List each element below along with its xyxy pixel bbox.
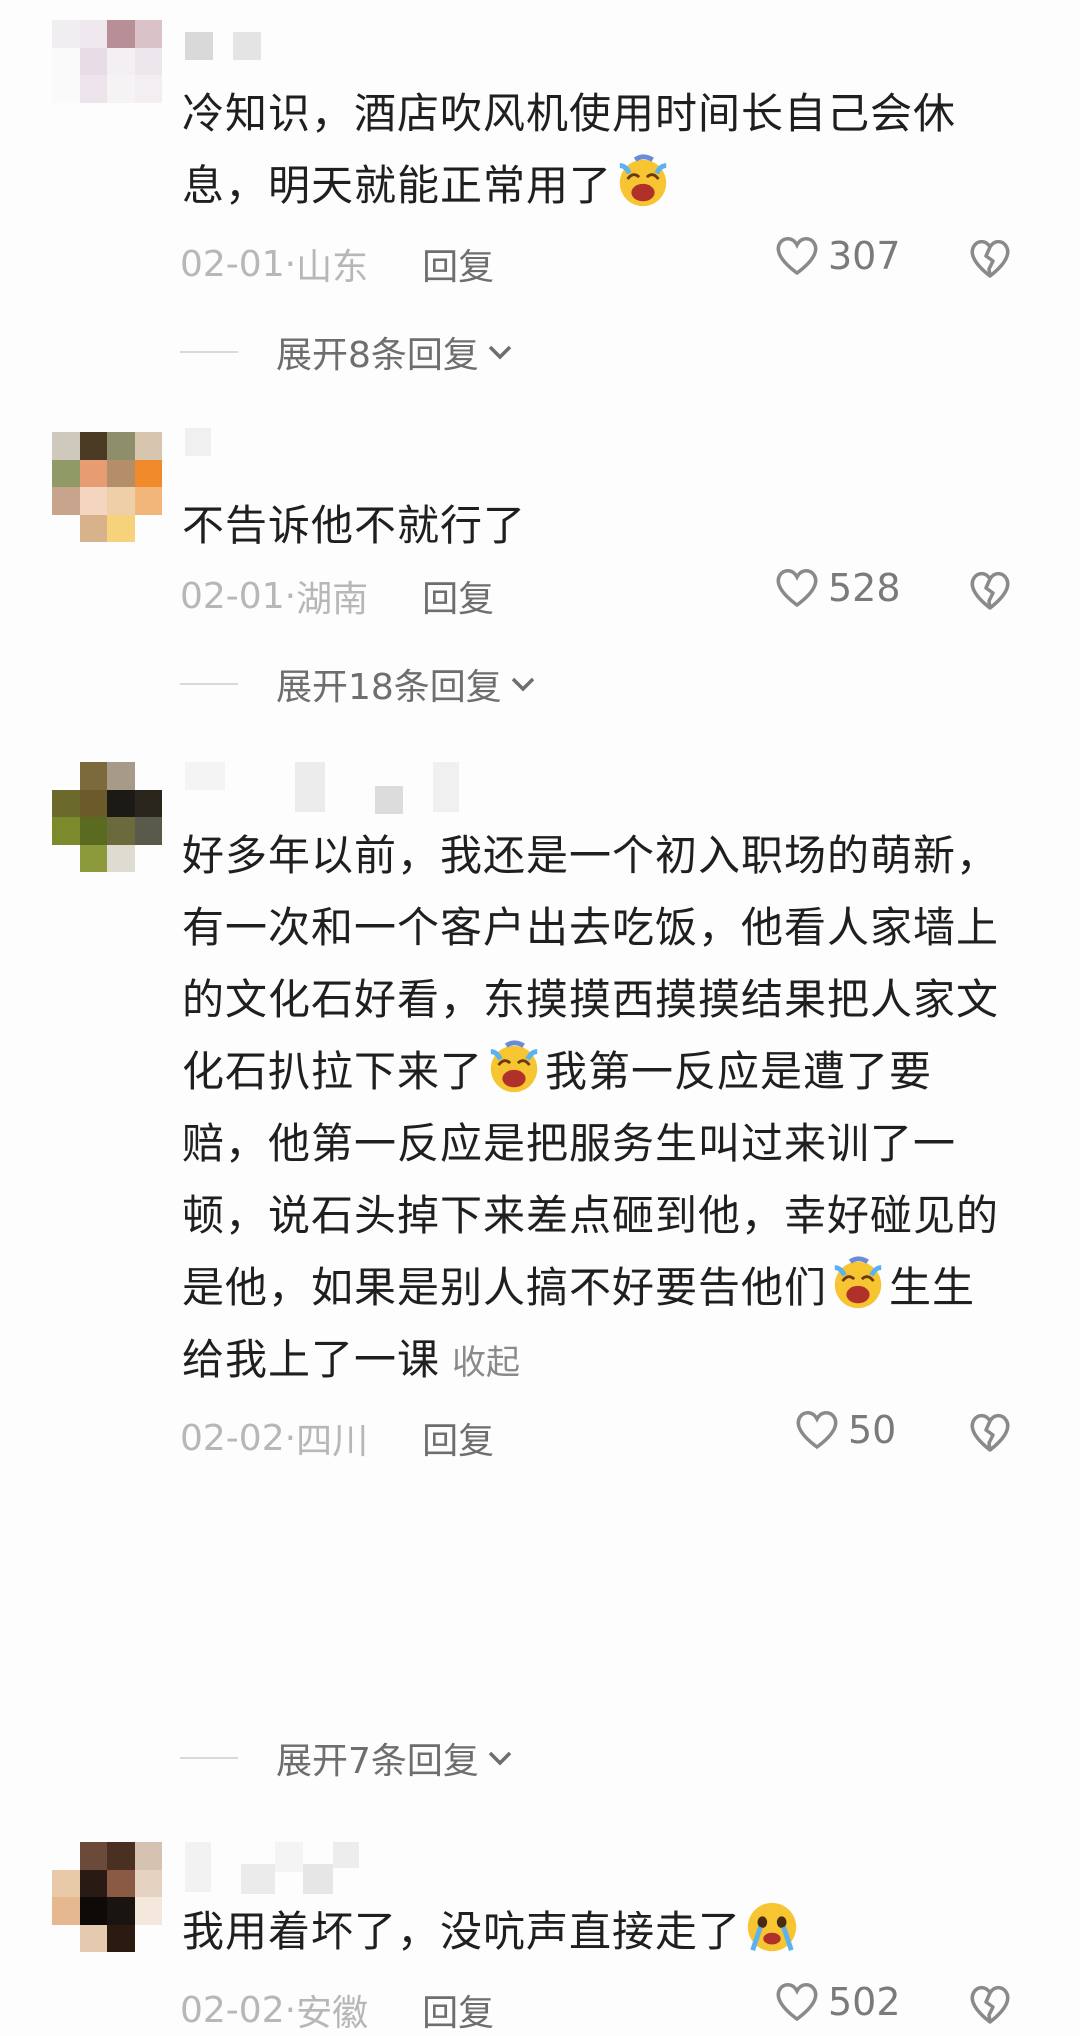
meta-separator: ·	[284, 575, 297, 617]
like-button[interactable]: 50	[794, 1408, 896, 1452]
like-count: 307	[828, 234, 901, 278]
comment-date: 02-02	[180, 1989, 285, 2031]
avatar[interactable]	[52, 762, 162, 872]
reply-button[interactable]: 回复	[422, 570, 494, 622]
reply-button[interactable]: 回复	[422, 1984, 494, 2036]
meta-separator: ·	[284, 243, 297, 285]
broken-heart-icon	[970, 239, 1010, 278]
divider-line	[180, 1757, 238, 1759]
comment-location: 安徽	[296, 1993, 369, 2034]
avatar[interactable]	[52, 1842, 162, 1952]
broken-heart-icon	[970, 1985, 1010, 2024]
meta-separator: ·	[284, 1417, 297, 1459]
comment-location: 山东	[296, 247, 369, 288]
heart-icon	[776, 237, 818, 276]
comment-date: 02-01	[180, 243, 285, 285]
comment-date: 02-01	[180, 575, 285, 617]
broken-heart-icon	[970, 571, 1010, 610]
comment-date: 02-02	[180, 1417, 285, 1459]
username-blurred[interactable]	[185, 32, 261, 66]
like-button[interactable]: 528	[774, 566, 901, 610]
comment-text: 我用着坏了，没吭声直接走了	[182, 1896, 1012, 1968]
like-count: 502	[828, 1980, 901, 2024]
like-count: 528	[828, 566, 901, 610]
divider-line	[180, 351, 238, 353]
comment-meta: 02-02 · 安徽 回复	[180, 1984, 494, 2036]
expand-replies-button[interactable]: 展开7条回复	[180, 1732, 513, 1784]
dislike-button[interactable]	[968, 238, 1012, 284]
reply-button[interactable]: 回复	[422, 238, 494, 290]
like-button[interactable]: 307	[774, 234, 901, 278]
comment-meta: 02-01 · 湖南 回复	[180, 570, 494, 622]
dislike-button[interactable]	[968, 570, 1012, 616]
comment-location: 四川	[296, 1421, 369, 1462]
comment-location: 湖南	[296, 579, 369, 620]
comment-meta: 02-02 · 四川 回复	[180, 1412, 494, 1464]
dislike-button[interactable]	[968, 1412, 1012, 1458]
chevron-down-icon	[488, 345, 512, 360]
chevron-down-icon	[488, 1751, 512, 1766]
like-count: 50	[848, 1408, 897, 1452]
dislike-button[interactable]	[968, 1984, 1012, 2030]
comment-meta: 02-01 · 山东 回复	[180, 238, 494, 290]
comment-text: 冷知识，酒店吹风机使用时间长自己会休息，明天就能正常用了	[182, 89, 957, 210]
laugh-cry-emoji	[834, 1256, 882, 1309]
username-blurred[interactable]	[185, 1842, 359, 1894]
username-blurred[interactable]	[185, 762, 459, 814]
chevron-down-icon	[511, 677, 535, 692]
broken-heart-icon	[970, 1413, 1010, 1452]
comment-text: 不告诉他不就行了	[182, 501, 527, 550]
crying-emoji	[747, 1902, 797, 1952]
avatar[interactable]	[52, 20, 162, 130]
expand-replies-button[interactable]: 展开8条回复	[180, 326, 513, 378]
avatar[interactable]	[52, 432, 162, 542]
heart-icon	[776, 1983, 818, 2022]
username-blurred[interactable]	[185, 428, 211, 462]
laugh-cry-emoji	[490, 1040, 538, 1093]
reply-button[interactable]: 回复	[422, 1412, 494, 1464]
divider-line	[180, 683, 238, 685]
comment-text: 好多年以前，我还是一个初入职场的萌新，有一次和一个客户出去吃饭，他看人家墙上的文…	[182, 831, 1000, 1384]
heart-icon	[776, 569, 818, 608]
like-button[interactable]: 502	[774, 1980, 901, 2024]
meta-separator: ·	[284, 1989, 297, 2031]
collapse-button[interactable]: 收起	[452, 1343, 520, 1383]
laugh-cry-emoji	[619, 154, 667, 207]
heart-icon	[796, 1411, 838, 1450]
expand-replies-button[interactable]: 展开18条回复	[180, 658, 536, 710]
